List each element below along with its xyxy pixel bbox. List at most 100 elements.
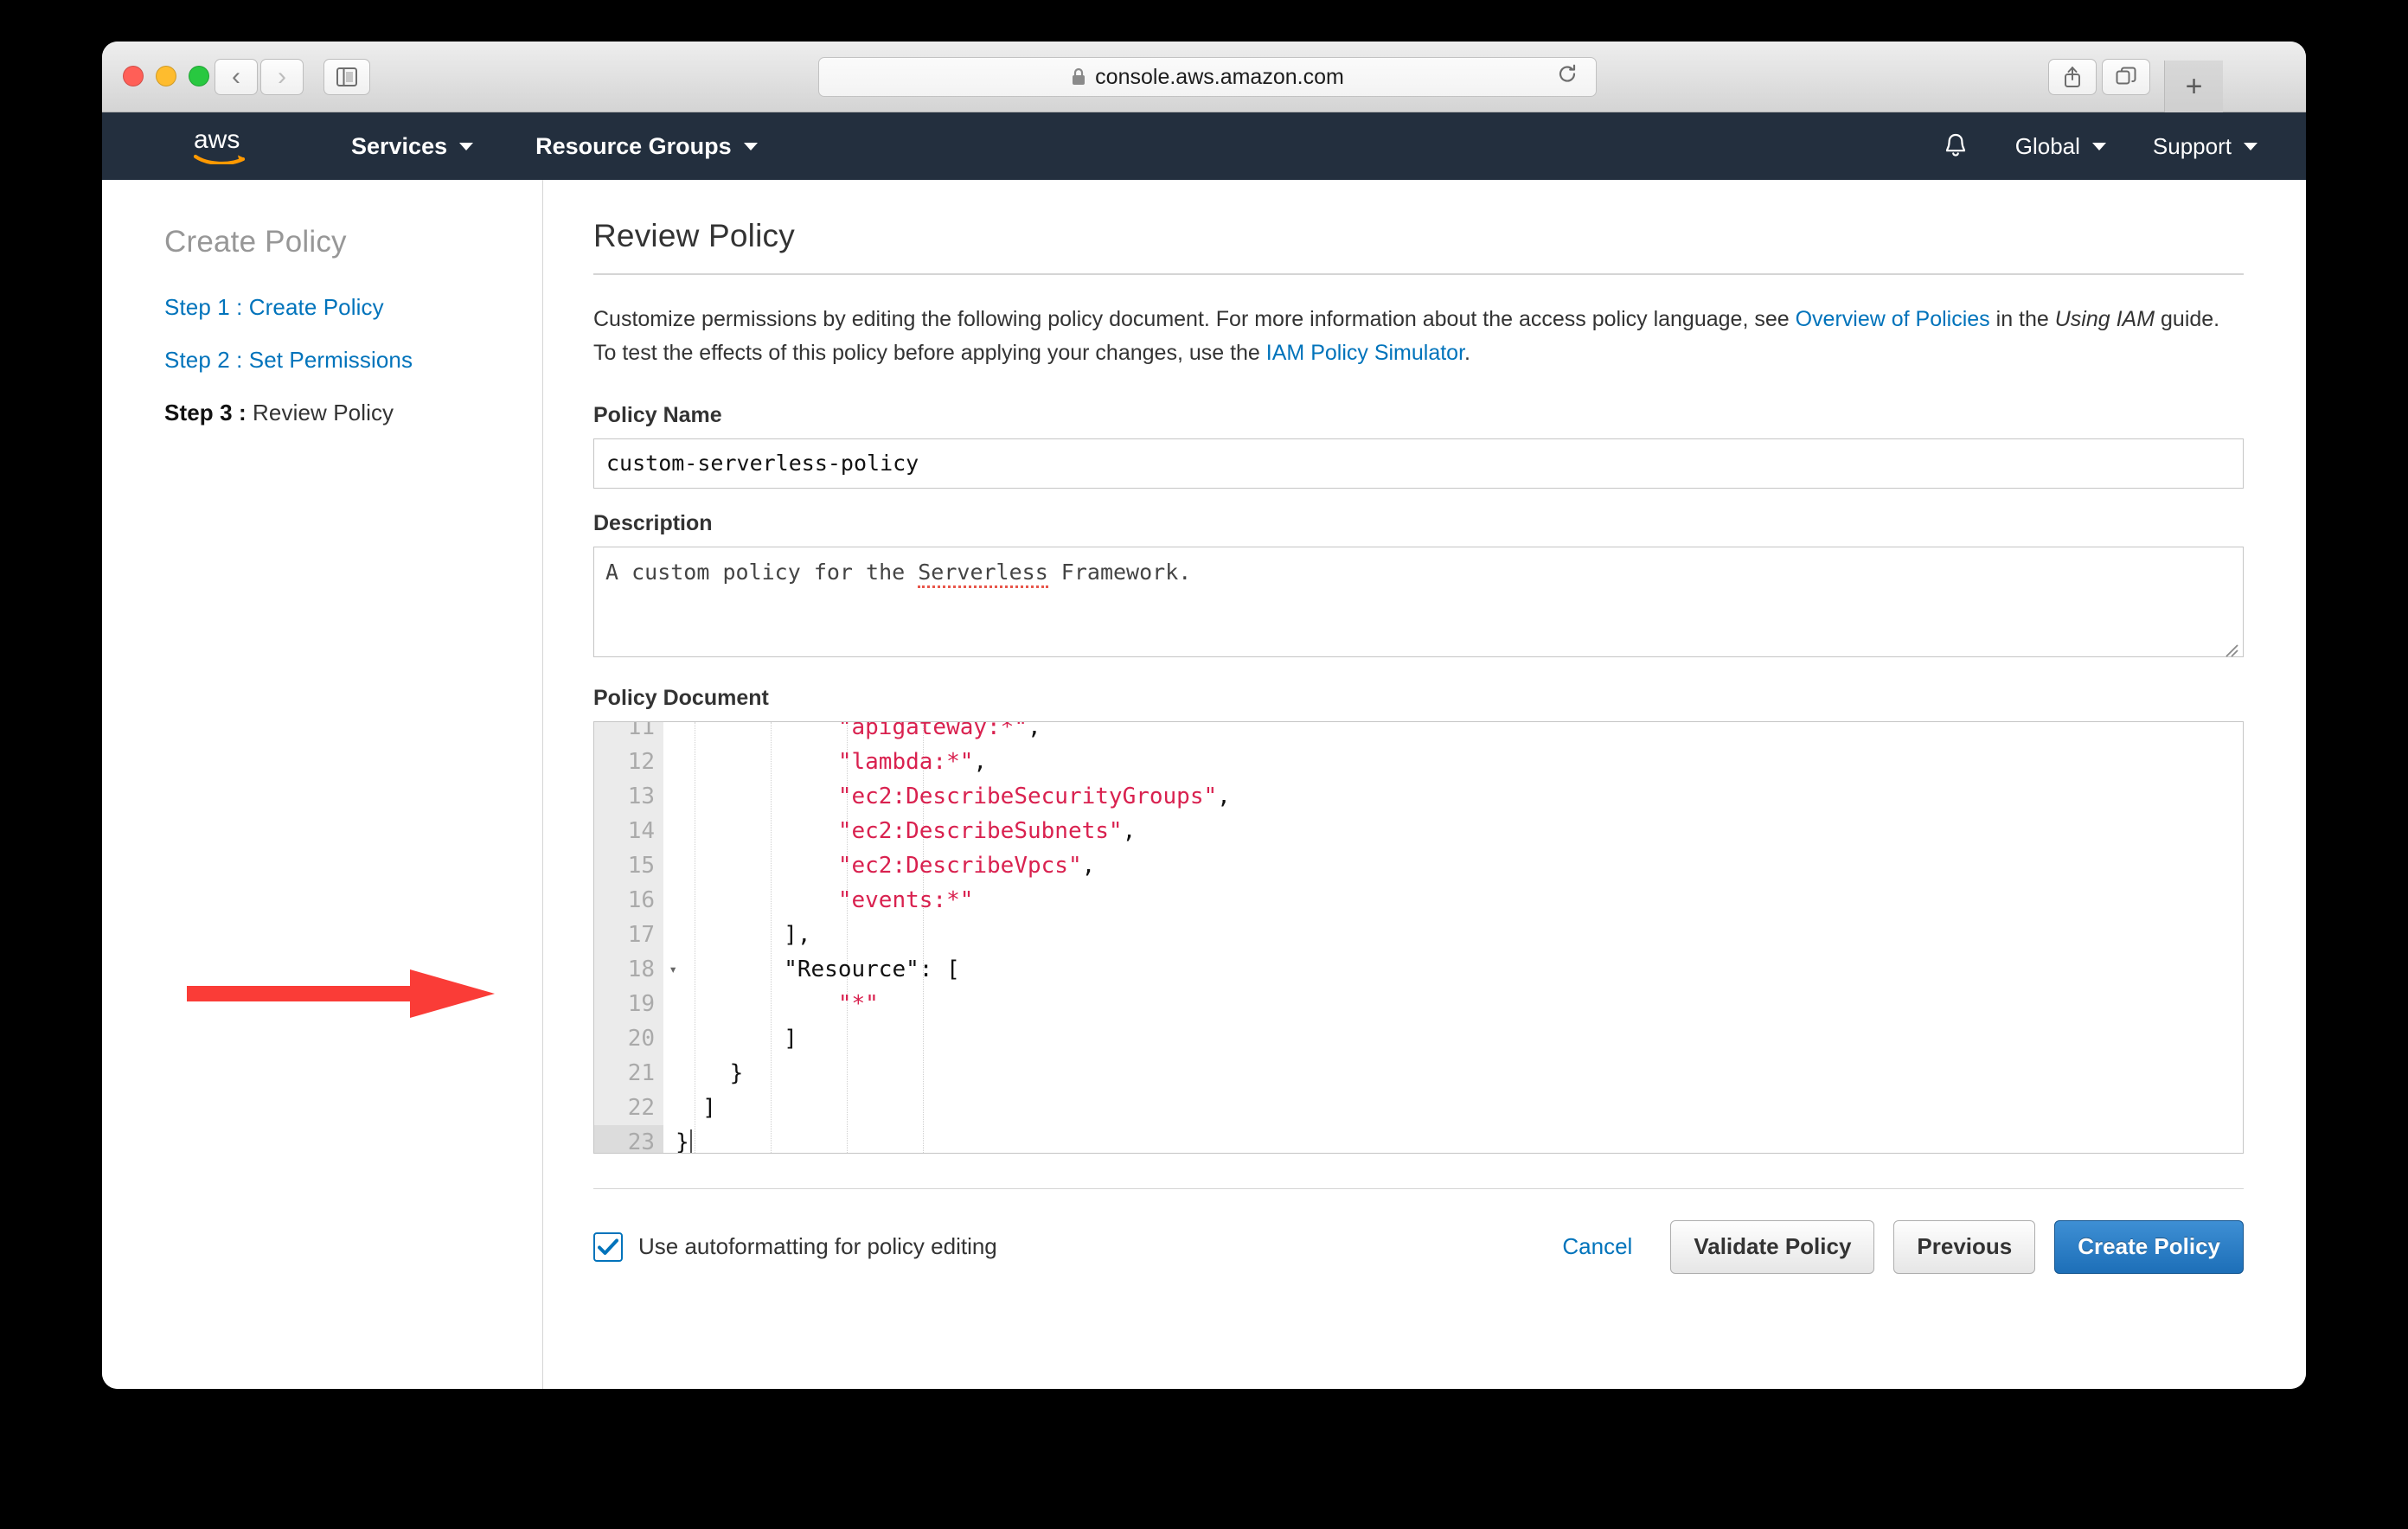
intro-text-2: in the (1989, 307, 2055, 331)
share-button[interactable] (2048, 59, 2097, 95)
line-number-14: 14 (594, 813, 663, 848)
forward-button[interactable]: › (260, 59, 304, 95)
wizard-step-1-name: Create Policy (248, 294, 384, 320)
validate-policy-button[interactable]: Validate Policy (1670, 1219, 1875, 1274)
share-icon (2065, 67, 2080, 87)
line-number-20: 20 (594, 1020, 663, 1056)
sidebar-toggle-button[interactable] (323, 59, 370, 95)
code-token: "Resource": [ (676, 956, 960, 982)
notification-bell-icon (1945, 133, 1965, 157)
chevron-down-icon (2091, 142, 2106, 150)
aws-logo-link[interactable]: aws (192, 125, 275, 169)
wizard-step-list: Step 1 : Create Policy Step 2 : Set Permi… (164, 294, 542, 426)
code-line-18: 18 ▾ "Resource": [ (594, 951, 2243, 987)
description-textarea[interactable] (593, 546, 2244, 657)
code-line-17: 17 ], (594, 917, 2243, 952)
minimize-window-button[interactable] (156, 66, 176, 86)
reload-button[interactable] (1556, 63, 1579, 92)
aws-global-nav: aws Services Resource Groups Global Supp… (102, 112, 2306, 180)
policy-name-input[interactable] (593, 438, 2244, 489)
nav-region-menu[interactable]: Global (2015, 133, 2106, 160)
bottom-action-bar: Use autoformatting for policy editing Ca… (593, 1189, 2244, 1274)
plus-icon: + (2185, 69, 2203, 103)
lock-icon (1071, 67, 1086, 86)
using-iam-emphasis: Using IAM (2054, 307, 2155, 331)
intro-text-4: . (1464, 340, 1470, 365)
code-text-11: "apigateway:*", (663, 720, 2243, 745)
nav-support-menu[interactable]: Support (2153, 133, 2258, 160)
bottom-buttons: Cancel Validate Policy Previous Create P… (1562, 1219, 2244, 1274)
code-text-22: ] (663, 1091, 2243, 1125)
maximize-window-button[interactable] (189, 66, 209, 86)
policy-document-lines: 11 "apigateway:*", 12 "lambda:*", 13 "ec2:… (594, 720, 2243, 1154)
wizard-step-1[interactable]: Step 1 : Create Policy (164, 294, 542, 321)
text-cursor (689, 1129, 692, 1153)
nav-resource-groups-menu[interactable]: Resource Groups (535, 133, 758, 160)
wizard-step-2-number: Step 2 : (164, 347, 249, 373)
nav-support-label: Support (2152, 132, 2232, 159)
code-token: } (676, 1129, 689, 1154)
code-token: , (973, 748, 988, 775)
page-title: Review Policy (593, 218, 795, 253)
wizard-step-3: Step 3 : Review Policy (164, 400, 542, 426)
previous-button[interactable]: Previous (1893, 1219, 2036, 1274)
code-token: ] (676, 1025, 797, 1052)
line-number-17: 17 (594, 917, 663, 952)
line-number-19: 19 (594, 986, 663, 1021)
notification-bell-button[interactable] (1943, 132, 1969, 160)
wizard-step-1-number: Step 1 : (164, 294, 249, 320)
wizard-step-2[interactable]: Step 2 : Set Permissions (164, 347, 542, 374)
code-line-19: 19 "*" (594, 986, 2243, 1021)
browser-toolbar: ‹ › console.aws.amazon.com + (102, 42, 2306, 112)
show-tab-overview-button[interactable] (2102, 59, 2150, 95)
new-tab-button[interactable]: + (2164, 61, 2223, 112)
heading-divider (593, 273, 2244, 275)
nav-services-menu[interactable]: Services (351, 132, 474, 160)
code-text-14: "ec2:DescribeSubnets", (663, 814, 2243, 848)
policy-name-label: Policy Name (593, 402, 722, 427)
code-text-12: "lambda:*", (663, 745, 2243, 779)
autoformat-checkbox[interactable] (593, 1232, 623, 1262)
policy-document-label: Policy Document (593, 685, 769, 710)
window-traffic-lights (123, 66, 209, 86)
policy-document-editor[interactable]: 11 "apigateway:*", 12 "lambda:*", 13 "ec2:… (593, 720, 2244, 1154)
code-text-15: "ec2:DescribeVpcs", (663, 848, 2243, 883)
code-token: , (1081, 852, 1096, 879)
code-text-20: ] (663, 1021, 2243, 1056)
code-token: "lambda:*" (837, 748, 974, 775)
chevron-right-icon: › (278, 62, 286, 91)
create-policy-button[interactable]: Create Policy (2054, 1219, 2244, 1274)
back-button[interactable]: ‹ (215, 59, 258, 95)
description-label: Description (593, 510, 713, 535)
address-bar[interactable]: console.aws.amazon.com (818, 57, 1597, 97)
code-token: "events:*" (837, 886, 974, 913)
autoformat-label: Use autoformatting for policy editing (638, 1233, 997, 1259)
code-line-12: 12 "lambda:*", (594, 744, 2243, 779)
code-text-16: "events:*" (663, 883, 2243, 918)
line-number-12: 12 (594, 744, 663, 779)
code-token: "apigateway:*" (837, 720, 1028, 740)
nav-services-label: Services (351, 132, 448, 159)
autoformat-checkbox-row[interactable]: Use autoformatting for policy editing (593, 1232, 997, 1262)
svg-text:aws: aws (194, 125, 240, 154)
cancel-button[interactable]: Cancel (1562, 1233, 1632, 1260)
line-number-11: 11 (594, 721, 663, 745)
chevron-down-icon (459, 142, 474, 150)
code-token: , (1122, 817, 1137, 844)
code-line-21: 21 } (594, 1055, 2243, 1091)
nav-resource-groups-label: Resource Groups (535, 132, 732, 159)
intro-paragraph: Customize permissions by editing the fol… (593, 303, 2244, 370)
code-token: , (1028, 720, 1041, 740)
code-token: "ec2:DescribeVpcs" (837, 852, 1082, 879)
iam-policy-simulator-link[interactable]: IAM Policy Simulator (1266, 341, 1464, 365)
code-token: "ec2:DescribeSecurityGroups" (837, 783, 1218, 809)
close-window-button[interactable] (123, 66, 144, 86)
overview-of-policies-link[interactable]: Overview of Policies (1796, 307, 1990, 331)
wizard-step-2-name: Set Permissions (248, 347, 413, 373)
wizard-sidebar: Create Policy Step 1 : Create Policy Step… (102, 180, 543, 1389)
